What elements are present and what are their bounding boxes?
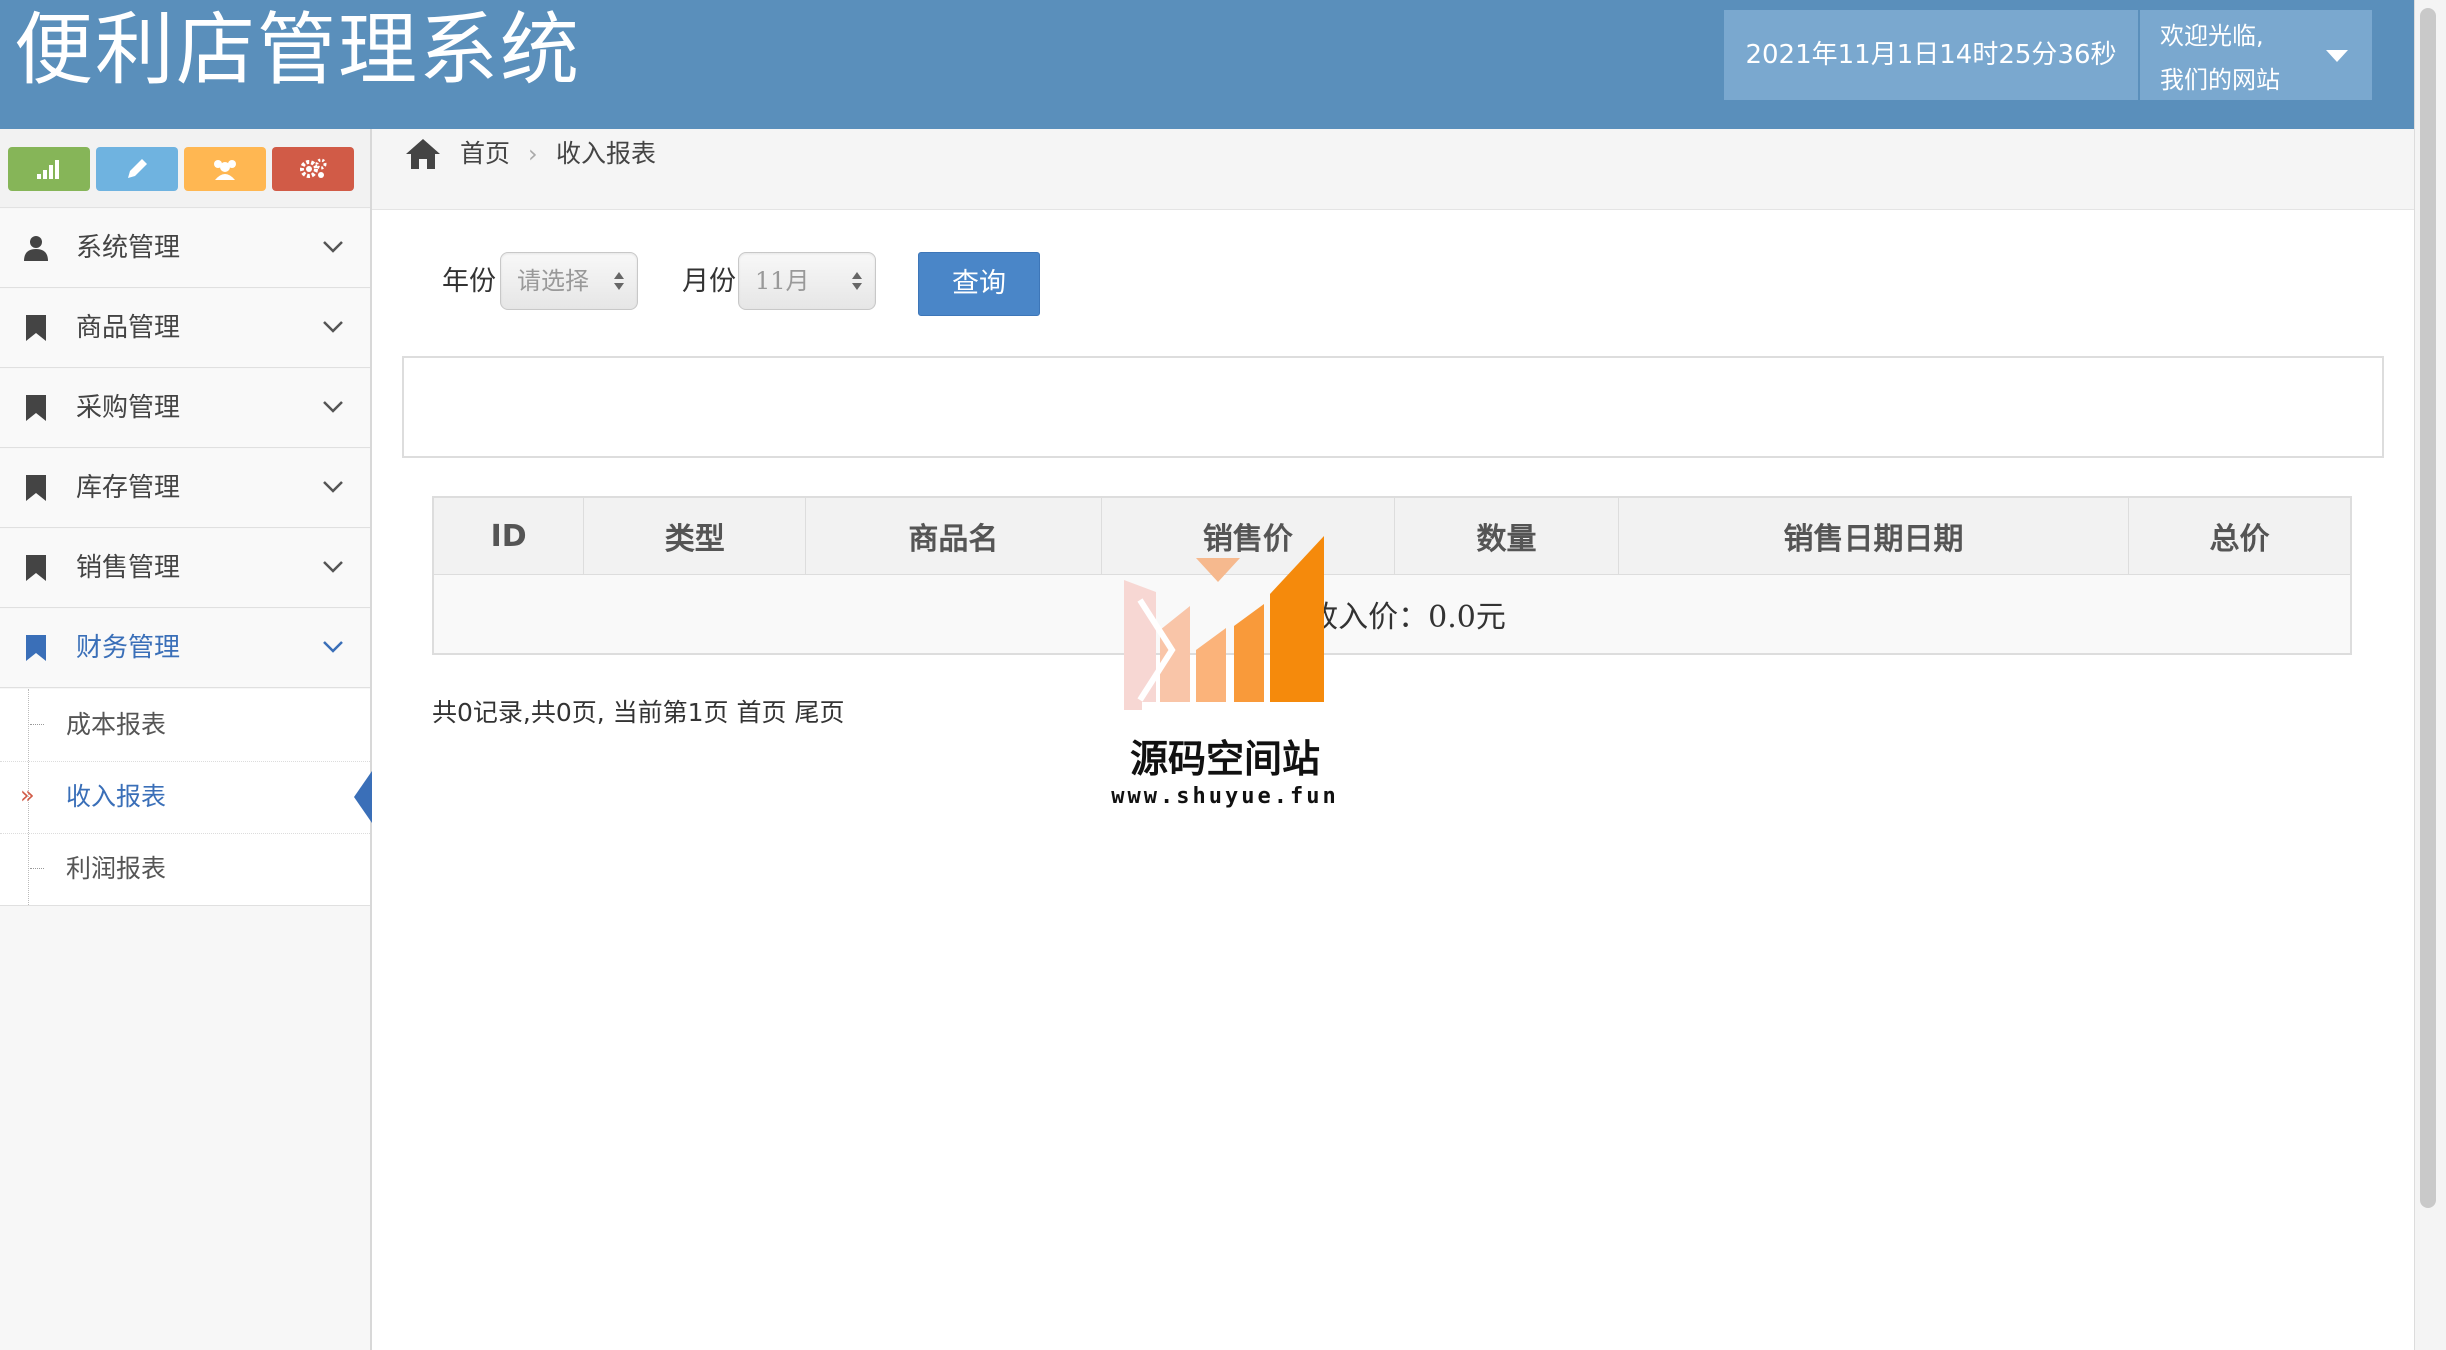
scrollbar-thumb[interactable] xyxy=(2420,8,2436,1208)
chevron-down-icon xyxy=(323,481,343,493)
watermark-url: www.shuyue.fun xyxy=(1111,784,1339,809)
income-table: ID 类型 商品名 销售价 数量 销售日期日期 总价 总收入价：0.0元 xyxy=(432,496,2352,655)
sidebar-item-label: 采购管理 xyxy=(76,393,181,423)
finance-submenu: 成本报表 » 收入报表 利润报表 xyxy=(0,689,372,906)
sidebar-item-finance[interactable]: 财务管理 xyxy=(0,609,370,688)
double-angle-right-icon: » xyxy=(20,781,35,809)
month-select[interactable]: 11月 xyxy=(738,252,876,310)
chevron-down-icon xyxy=(323,321,343,333)
month-select-value: 11月 xyxy=(755,267,810,295)
welcome-text: 欢迎光临, xyxy=(2160,22,2264,50)
home-icon[interactable] xyxy=(404,137,442,171)
sidebar-item-purchase[interactable]: 采购管理 xyxy=(0,369,370,448)
table-header-row: ID 类型 商品名 销售价 数量 销售日期日期 总价 xyxy=(432,496,2352,575)
breadcrumb-separator-icon: › xyxy=(528,140,538,168)
total-income-summary: 总收入价：0.0元 xyxy=(432,574,2352,655)
sidebar-item-label: 系统管理 xyxy=(76,233,181,263)
submenu-item-label: 利润报表 xyxy=(66,854,167,883)
shortcut-settings-button[interactable] xyxy=(272,147,354,191)
chevron-down-icon xyxy=(323,401,343,413)
breadcrumb-home-link[interactable]: 首页 xyxy=(460,129,510,179)
column-header-quantity: 数量 xyxy=(1394,496,1619,575)
user-icon xyxy=(24,236,48,261)
bookmark-icon xyxy=(26,555,46,581)
caret-down-icon xyxy=(2326,50,2348,62)
column-header-type: 类型 xyxy=(583,496,807,575)
sidebar-item-label: 库存管理 xyxy=(76,473,181,503)
sidebar: 系统管理 商品管理 采购管理 库存管理 销售管理 财务管理 成本报表 » 收入报… xyxy=(0,129,372,1350)
submenu-item-label: 收入报表 xyxy=(66,782,167,811)
pagination-info: 共0记录,共0页, 当前第1页 首页 尾页 xyxy=(432,698,845,727)
shortcut-users-button[interactable] xyxy=(184,147,266,191)
chevron-down-icon xyxy=(323,641,343,653)
watermark-name: 源码空间站 xyxy=(1129,737,1320,781)
bookmark-icon xyxy=(26,475,46,501)
breadcrumb-current: 收入报表 xyxy=(556,139,657,168)
active-pointer xyxy=(354,771,372,823)
year-label: 年份 xyxy=(442,266,496,297)
submenu-item-cost-report[interactable]: 成本报表 xyxy=(0,689,370,762)
app-title: 便利店管理系统 xyxy=(14,4,581,96)
query-button[interactable]: 查询 xyxy=(918,252,1040,316)
column-header-sale-date: 销售日期日期 xyxy=(1617,496,2130,575)
signal-icon xyxy=(37,160,59,179)
breadcrumb: 首页 › 收入报表 xyxy=(372,129,2414,210)
sidebar-item-label: 商品管理 xyxy=(76,313,181,343)
column-header-id: ID xyxy=(432,496,585,575)
year-select-value: 请选择 xyxy=(517,267,589,295)
sidebar-item-sales[interactable]: 销售管理 xyxy=(0,529,370,608)
bookmark-icon xyxy=(26,315,46,341)
submenu-item-income-report[interactable]: » 收入报表 xyxy=(0,761,372,834)
sidebar-item-inventory[interactable]: 库存管理 xyxy=(0,449,370,528)
chevron-down-icon xyxy=(323,561,343,573)
column-header-product-name: 商品名 xyxy=(805,496,1102,575)
shortcut-bar xyxy=(0,129,370,208)
submenu-item-profit-report[interactable]: 利润报表 xyxy=(0,833,370,905)
bookmark-icon xyxy=(26,395,46,421)
sidebar-item-system[interactable]: 系统管理 xyxy=(0,209,370,288)
submenu-item-label: 成本报表 xyxy=(66,710,167,739)
year-select[interactable]: 请选择 xyxy=(500,252,638,310)
user-menu[interactable]: 欢迎光临, 我们的网站 xyxy=(2140,10,2372,100)
tree-dash xyxy=(30,724,44,725)
column-header-total: 总价 xyxy=(2128,496,2352,575)
top-header: 便利店管理系统 2021年11月1日14时25分36秒 欢迎光临, 我们的网站 xyxy=(0,0,2414,129)
month-label: 月份 xyxy=(682,266,736,297)
tree-dash xyxy=(30,868,44,869)
select-arrows-icon xyxy=(614,272,624,290)
pencil-icon xyxy=(128,159,147,178)
chevron-down-icon xyxy=(323,241,343,253)
bookmark-icon xyxy=(26,635,46,661)
current-datetime: 2021年11月1日14时25分36秒 xyxy=(1724,10,2138,100)
sidebar-item-label: 财务管理 xyxy=(76,633,181,663)
shortcut-edit-button[interactable] xyxy=(96,147,178,191)
site-name: 我们的网站 xyxy=(2160,66,2280,94)
table-summary-row: 总收入价：0.0元 xyxy=(432,574,2352,655)
select-arrows-icon xyxy=(852,272,862,290)
cogs-icon xyxy=(300,158,327,178)
chart-panel xyxy=(402,356,2384,458)
shortcut-stats-button[interactable] xyxy=(8,147,90,191)
users-icon xyxy=(214,160,236,180)
sidebar-item-goods[interactable]: 商品管理 xyxy=(0,289,370,368)
sidebar-item-label: 销售管理 xyxy=(76,553,181,583)
